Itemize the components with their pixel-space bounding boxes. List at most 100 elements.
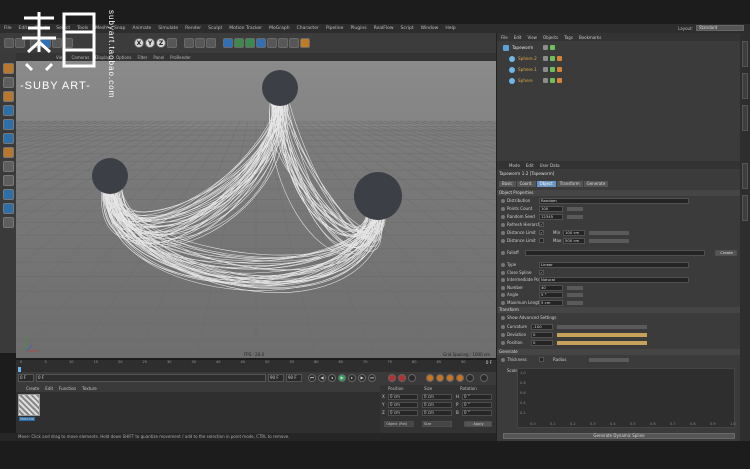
size-mode-dropdown[interactable]: Size	[422, 421, 452, 427]
enabled-check-icon[interactable]	[550, 78, 555, 83]
limit-field[interactable]: 100 cm	[563, 230, 585, 236]
object-row[interactable]: Tapeworm	[503, 44, 739, 52]
cube-icon[interactable]	[223, 38, 233, 48]
attribute-tab[interactable]: Coord.	[516, 181, 536, 187]
limit-slider[interactable]	[589, 231, 629, 235]
size-field[interactable]: 0 cm	[422, 402, 452, 408]
property-field[interactable]: 12345	[539, 214, 563, 220]
transform-slider-track[interactable]	[557, 325, 647, 329]
enabled-check-icon[interactable]	[550, 56, 555, 61]
sphere-object-top[interactable]	[262, 70, 298, 106]
property-checkbox[interactable]	[539, 238, 544, 243]
property-field[interactable]: 100	[539, 206, 563, 212]
layout-dropdown[interactable]: Standard	[696, 25, 744, 31]
limit-field[interactable]: 500 cm	[563, 238, 585, 244]
animation-dot-icon[interactable]	[501, 333, 505, 337]
material-swatch[interactable]	[18, 394, 40, 416]
thickness-checkbox[interactable]	[539, 357, 544, 362]
menu-item[interactable]: Animate	[132, 26, 151, 31]
position-field[interactable]: 0 cm	[388, 410, 418, 416]
perspective-viewport[interactable]	[16, 61, 496, 358]
property-slider[interactable]	[567, 293, 583, 297]
property-slider[interactable]	[567, 300, 583, 305]
animation-dot-icon[interactable]	[501, 239, 505, 243]
polygons-mode-icon[interactable]	[2, 133, 14, 144]
menu-item[interactable]: File	[4, 26, 12, 31]
undo-icon[interactable]	[4, 38, 14, 48]
preview-range-slider[interactable]: 0 F	[36, 374, 266, 382]
property-field[interactable]: 5 cm	[539, 299, 563, 306]
menu-item[interactable]: RealFlow	[374, 26, 394, 31]
property-field[interactable]: Linear	[539, 262, 689, 268]
menu-item[interactable]: Render	[185, 26, 201, 31]
start-frame-field[interactable]: 0 F	[18, 374, 34, 382]
scale-key-icon[interactable]	[436, 374, 444, 382]
make-editable-icon[interactable]	[2, 63, 14, 74]
object-manager-menu-item[interactable]: Bookmarks	[579, 35, 601, 40]
material-menu-item[interactable]: Create	[26, 386, 39, 391]
material-menu-item[interactable]: Texture	[82, 386, 97, 391]
object-row[interactable]: Sphere	[509, 77, 745, 85]
menu-item[interactable]: Motion Tracker	[229, 26, 262, 31]
layers-tab[interactable]	[742, 195, 748, 221]
object-row[interactable]: Sphere.2	[509, 55, 745, 63]
end-frame-field[interactable]: 90 F	[268, 374, 284, 382]
points-mode-icon[interactable]	[2, 105, 14, 116]
coordinate-system-icon[interactable]	[167, 38, 177, 48]
lock-workplane-icon[interactable]	[2, 203, 14, 214]
param-key-icon[interactable]	[456, 374, 464, 382]
position-key-icon[interactable]	[426, 374, 434, 382]
property-slider[interactable]	[567, 207, 583, 211]
visibility-icon[interactable]	[543, 67, 548, 72]
position-field[interactable]: 0 cm	[388, 402, 418, 408]
animation-dot-icon[interactable]	[501, 223, 505, 227]
visibility-icon[interactable]	[543, 56, 548, 61]
solo-icon[interactable]	[2, 217, 14, 228]
y-axis-icon[interactable]: Y	[145, 38, 155, 48]
play-icon[interactable]: ▶	[338, 374, 346, 382]
object-tag-icon[interactable]	[557, 78, 562, 83]
size-field[interactable]: 0 cm	[422, 394, 452, 400]
property-field[interactable]: 40	[539, 284, 563, 291]
attribute-tab[interactable]: Generate	[583, 181, 609, 187]
viewport-menu-item[interactable]: Options	[116, 55, 131, 60]
snap-icon[interactable]	[2, 175, 14, 186]
sphere-object-right[interactable]	[354, 172, 402, 220]
coordinate-mode-dropdown[interactable]: Object (Rel)	[384, 421, 414, 427]
object-manager-menu-item[interactable]: File	[501, 35, 508, 40]
property-field[interactable]: 0	[531, 340, 553, 346]
object-name[interactable]: Sphere	[518, 78, 533, 83]
attributes-tab[interactable]	[742, 163, 748, 189]
viewport-menu-item[interactable]: ProRender	[170, 55, 191, 60]
object-tag-icon[interactable]	[557, 56, 562, 61]
keyframe-selection-icon[interactable]	[408, 374, 416, 382]
subdivision-icon[interactable]	[245, 38, 255, 48]
prev-key-icon[interactable]: ◀	[318, 374, 326, 382]
pla-key-icon[interactable]	[466, 374, 474, 382]
takes-tab[interactable]	[742, 73, 748, 99]
property-field[interactable]: Natural	[539, 277, 689, 283]
property-checkbox[interactable]: ✓	[539, 222, 544, 227]
sphere-object-left[interactable]	[92, 158, 128, 194]
menu-item[interactable]: Simulate	[158, 26, 178, 31]
attribute-menu-item[interactable]: User Data	[540, 163, 560, 168]
object-manager-menu-item[interactable]: View	[527, 35, 537, 40]
next-key-icon[interactable]: ▶	[358, 374, 366, 382]
rotation-field[interactable]: 0 °	[462, 402, 492, 408]
render-view-icon[interactable]	[184, 38, 194, 48]
tweak-icon[interactable]	[2, 161, 14, 172]
enabled-check-icon[interactable]	[550, 67, 555, 72]
model-mode-icon[interactable]	[2, 77, 14, 88]
rotation-field[interactable]: 0 °	[462, 410, 492, 416]
max-frame-field[interactable]: 90 F	[286, 374, 302, 382]
attribute-menu-item[interactable]: Mode	[509, 163, 520, 168]
attribute-menu-item[interactable]: Edit	[526, 163, 534, 168]
apply-button[interactable]: Apply	[464, 421, 492, 427]
menu-item[interactable]: Script	[401, 26, 414, 31]
rotation-key-icon[interactable]	[446, 374, 454, 382]
enabled-check-icon[interactable]	[550, 45, 555, 50]
property-checkbox[interactable]: ✓	[539, 269, 544, 275]
property-checkbox[interactable]: ✓	[539, 230, 544, 235]
timeline-options-icon[interactable]	[480, 374, 488, 382]
goto-start-icon[interactable]: ⏮	[308, 374, 316, 382]
